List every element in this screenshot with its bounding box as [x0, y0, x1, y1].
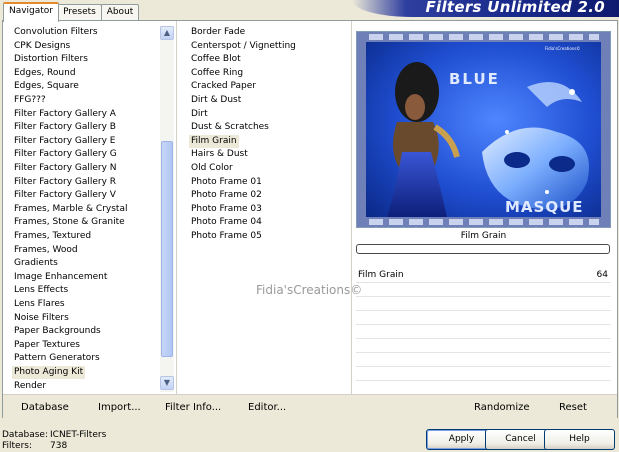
category-item[interactable]: CPK Designs — [12, 40, 72, 53]
preview-title-blue: BLUE — [449, 70, 500, 88]
divider — [351, 21, 352, 394]
category-item[interactable]: Filter Factory Gallery R — [12, 176, 118, 189]
category-item[interactable]: Filter Factory Gallery N — [12, 162, 119, 175]
scroll-up-button[interactable]: ▲ — [160, 26, 174, 40]
selected-filter-label: Film Grain — [460, 231, 507, 241]
preview-signature: Fidia'sCreations© — [545, 46, 580, 51]
filter-item[interactable]: Old Color — [189, 162, 235, 175]
category-item[interactable]: Filter Factory Gallery A — [12, 108, 118, 121]
category-item[interactable]: Frames, Stone & Granite — [12, 216, 127, 229]
category-item[interactable]: Lens Effects — [12, 284, 70, 297]
category-item[interactable]: Photo Aging Kit — [12, 366, 86, 379]
category-item[interactable]: Frames, Marble & Crystal — [12, 203, 129, 216]
preview-image: BLUE MASQUE Fidia'sCreations© — [356, 31, 611, 228]
progress-bar — [356, 244, 610, 254]
scroll-down-button[interactable]: ▼ — [160, 376, 174, 390]
preview-artwork: BLUE MASQUE Fidia'sCreations© — [357, 32, 610, 227]
import-button[interactable]: Import... — [98, 401, 141, 414]
filter-item[interactable]: Coffee Blot — [189, 53, 243, 66]
filters-count: 738 — [50, 441, 68, 451]
category-item[interactable]: Filter Factory Gallery G — [12, 148, 119, 161]
database-label: Database: — [2, 430, 48, 440]
param-row-empty — [356, 367, 611, 381]
filters-label: Filters: — [2, 441, 33, 451]
category-item[interactable]: Gradients — [12, 257, 60, 270]
param-slider-film-grain[interactable]: Film Grain 64 — [356, 269, 611, 283]
param-row-empty — [356, 339, 611, 353]
category-item[interactable]: Lens Flares — [12, 298, 67, 311]
category-item[interactable]: Pattern Generators — [12, 352, 102, 365]
filter-item[interactable]: Hairs & Dust — [189, 148, 250, 161]
help-button[interactable]: Help — [544, 429, 615, 450]
editor-button[interactable]: Editor... — [248, 401, 286, 414]
chevron-down-icon: ▼ — [163, 378, 171, 387]
filter-item[interactable]: Dirt — [189, 108, 210, 121]
category-item[interactable]: Frames, Textured — [12, 230, 93, 243]
filter-item[interactable]: Photo Frame 02 — [189, 189, 264, 202]
category-item[interactable]: FFG??? — [12, 94, 48, 107]
category-item[interactable]: Filter Factory Gallery V — [12, 189, 118, 202]
category-list: Convolution Filters CPK Designs Distortion… — [3, 21, 174, 394]
param-row-empty — [356, 325, 611, 339]
watermark-text: Fidia'sCreations© — [256, 283, 363, 297]
filter-item[interactable]: Dirt & Dust — [189, 94, 243, 107]
category-scrollbar[interactable]: ▲ ▼ — [160, 26, 174, 392]
app-banner: Filters Unlimited 2.0 — [352, 0, 619, 17]
param-row-empty — [356, 311, 611, 325]
filter-list: Border Fade Centerspot / Vignetting Coffee… — [177, 21, 351, 394]
parameter-list: Film Grain 64 — [356, 269, 611, 395]
main-panel: Convolution Filters CPK Designs Distortion… — [2, 20, 618, 418]
param-row-empty — [356, 297, 611, 311]
tab-presets[interactable]: Presets — [57, 4, 102, 20]
category-item[interactable]: Frames, Wood — [12, 244, 80, 257]
param-value: 64 — [596, 270, 608, 280]
database-button[interactable]: Database — [21, 401, 69, 414]
category-item[interactable]: Distortion Filters — [12, 53, 90, 66]
filter-item[interactable]: Photo Frame 04 — [189, 216, 264, 229]
chevron-up-icon: ▲ — [163, 28, 171, 37]
filter-info-button[interactable]: Filter Info... — [165, 401, 221, 414]
category-item[interactable]: Convolution Filters — [12, 26, 100, 39]
filter-item[interactable]: Border Fade — [189, 26, 247, 39]
bottom-toolbar: Database Import... Filter Info... Editor… — [3, 394, 617, 418]
param-row-empty — [356, 381, 611, 395]
category-item[interactable]: Render — [12, 380, 48, 393]
category-item[interactable]: Filter Factory Gallery E — [12, 135, 118, 148]
filter-item[interactable]: Centerspot / Vignetting — [189, 40, 298, 53]
database-value: ICNET-Filters — [50, 430, 107, 440]
param-row-empty — [356, 283, 611, 297]
filter-item[interactable]: Photo Frame 03 — [189, 203, 264, 216]
app-title: Filters Unlimited 2.0 — [425, 0, 605, 16]
preview-title-masque: MASQUE — [505, 198, 584, 216]
reset-button[interactable]: Reset — [559, 401, 587, 414]
tab-about[interactable]: About — [101, 4, 139, 20]
filter-item[interactable]: Film Grain — [189, 134, 239, 148]
param-row-empty — [356, 353, 611, 367]
category-item[interactable]: Filter Factory Gallery B — [12, 121, 118, 134]
filter-item[interactable]: Photo Frame 05 — [189, 230, 264, 243]
category-item[interactable]: Edges, Square — [12, 80, 81, 93]
category-item[interactable]: Paper Textures — [12, 339, 82, 352]
category-item[interactable]: Image Enhancement — [12, 271, 109, 284]
filter-item[interactable]: Dust & Scratches — [189, 121, 271, 134]
param-name: Film Grain — [358, 270, 404, 280]
filter-item[interactable]: Cracked Paper — [189, 80, 258, 93]
category-item[interactable]: Edges, Round — [12, 67, 78, 80]
tab-navigator[interactable]: Navigator — [3, 2, 59, 22]
randomize-button[interactable]: Randomize — [474, 401, 530, 414]
category-item[interactable]: Noise Filters — [12, 312, 71, 325]
scroll-thumb[interactable] — [161, 141, 173, 357]
filter-item[interactable]: Coffee Ring — [189, 67, 245, 80]
category-item[interactable]: Paper Backgrounds — [12, 325, 103, 338]
filter-item[interactable]: Photo Frame 01 — [189, 176, 264, 189]
